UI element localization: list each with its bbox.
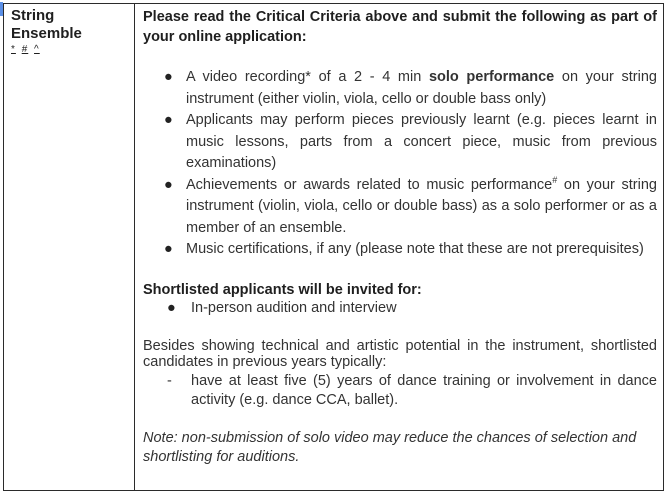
list-item: ● In-person audition and interview bbox=[143, 299, 657, 317]
besides-paragraph: Besides showing technical and artistic p… bbox=[143, 337, 657, 370]
bullet-icon: ● bbox=[164, 112, 173, 128]
footnote-mark-caret[interactable]: ^ bbox=[34, 44, 40, 55]
dash-icon: - bbox=[167, 372, 172, 389]
requirements-cell[interactable]: Please read the Critical Criteria above … bbox=[134, 3, 664, 491]
bullet-icon: ● bbox=[164, 176, 173, 193]
list-item: ● Music certifications, if any (please no… bbox=[143, 239, 657, 261]
footnote-marks: * # ^ bbox=[11, 44, 134, 56]
typical-list: - have at least five (5) years of dance t… bbox=[143, 372, 657, 410]
subject-cell[interactable]: String Ensemble * # ^ bbox=[3, 3, 135, 491]
item-text: have at least five (5) years of dance tr… bbox=[191, 372, 657, 408]
intro-text: Please read the Critical Criteria above … bbox=[143, 9, 657, 45]
item-emphasis: solo performance bbox=[428, 69, 555, 85]
list-item: ● A video recording* of a 2 - 4 min solo … bbox=[143, 67, 657, 110]
submission-list: ● A video recording* of a 2 - 4 min solo … bbox=[143, 67, 657, 261]
item-text: A video recording* of a 2 - 4 min bbox=[186, 69, 429, 85]
subject-name: String Ensemble bbox=[11, 7, 134, 43]
table-row: String Ensemble * # ^ Please read the Cr… bbox=[3, 3, 664, 491]
list-item: ● Applicants may perform pieces previousl… bbox=[143, 110, 657, 175]
item-text: Applicants may perform pieces previously… bbox=[186, 112, 657, 171]
item-text: Achievements or awards related to music … bbox=[186, 176, 553, 193]
shortlist-heading: Shortlisted applicants will be invited f… bbox=[143, 281, 422, 298]
criteria-table: String Ensemble * # ^ Please read the Cr… bbox=[3, 3, 664, 491]
list-item: - have at least five (5) years of dance t… bbox=[143, 372, 657, 410]
footnote-mark-hash[interactable]: # bbox=[22, 44, 29, 55]
shortlist-list: ● In-person audition and interview bbox=[143, 299, 657, 317]
item-text: In-person audition and interview bbox=[191, 299, 397, 316]
subject-name-line1: String bbox=[11, 7, 55, 24]
footnote-mark-asterisk[interactable]: * bbox=[11, 44, 16, 55]
bullet-icon: ● bbox=[164, 69, 173, 85]
bullet-icon: ● bbox=[164, 241, 173, 257]
subject-name-line2: Ensemble bbox=[11, 25, 82, 42]
bullet-icon: ● bbox=[167, 299, 176, 316]
list-item: ● Achievements or awards related to music… bbox=[143, 175, 657, 240]
item-text: Music certifications, if any (please not… bbox=[186, 241, 644, 257]
note-text: Note: non-submission of solo video may r… bbox=[143, 429, 637, 465]
